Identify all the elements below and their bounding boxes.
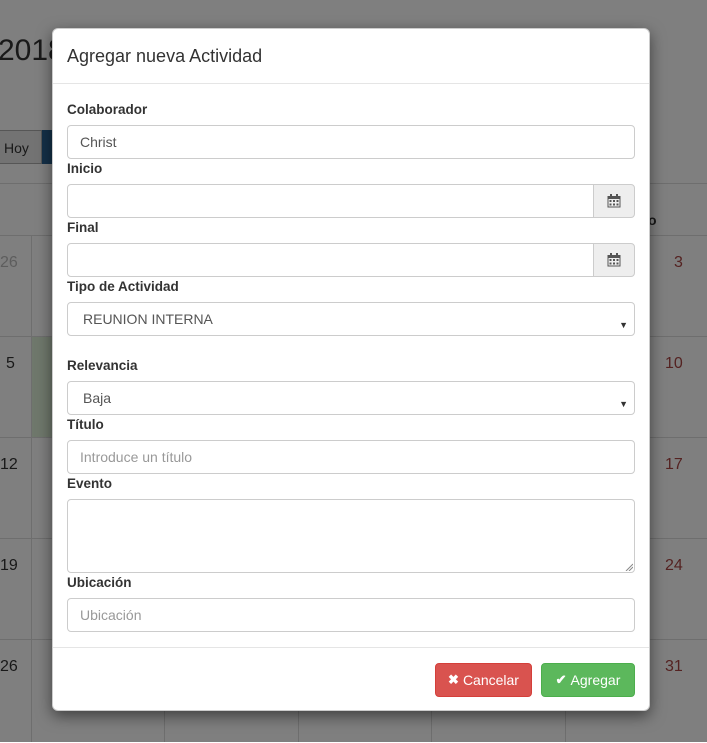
cancel-button-label: Cancelar bbox=[462, 672, 519, 688]
resize-grip-icon[interactable] bbox=[625, 563, 633, 571]
evento-textarea[interactable] bbox=[67, 499, 635, 573]
caret-down-icon: ▼ bbox=[619, 320, 628, 330]
final-calendar-button[interactable] bbox=[593, 243, 635, 277]
new-activity-modal: Agregar nueva Actividad Colaborador Inic… bbox=[52, 28, 650, 711]
modal-title: Agregar nueva Actividad bbox=[67, 46, 263, 66]
ubicacion-input[interactable] bbox=[67, 598, 635, 632]
tipo-label: Tipo de Actividad bbox=[67, 279, 179, 294]
modal-header: Agregar nueva Actividad bbox=[53, 29, 649, 84]
titulo-input[interactable] bbox=[67, 440, 635, 474]
modal-footer: ✖ Cancelar ✔ Agregar bbox=[53, 647, 649, 711]
add-button[interactable]: ✔ Agregar bbox=[541, 663, 635, 697]
calendar-icon bbox=[607, 194, 621, 208]
calendar-icon bbox=[607, 253, 621, 267]
relevancia-label: Relevancia bbox=[67, 358, 138, 373]
cancel-button[interactable]: ✖ Cancelar bbox=[435, 663, 532, 697]
inicio-label: Inicio bbox=[67, 161, 103, 176]
final-date-group bbox=[67, 243, 635, 277]
inicio-input[interactable] bbox=[67, 184, 594, 218]
tipo-selected-value: REUNION INTERNA bbox=[83, 311, 213, 327]
titulo-label: Título bbox=[67, 417, 104, 432]
tipo-select[interactable]: REUNION INTERNA ▼ bbox=[67, 302, 635, 336]
add-button-label: Agregar bbox=[570, 672, 621, 688]
relevancia-select[interactable]: Baja ▼ bbox=[67, 381, 635, 415]
final-input[interactable] bbox=[67, 243, 594, 277]
inicio-calendar-button[interactable] bbox=[593, 184, 635, 218]
ubicacion-label: Ubicación bbox=[67, 575, 132, 590]
evento-label: Evento bbox=[67, 476, 113, 491]
caret-down-icon: ▼ bbox=[619, 399, 628, 409]
times-icon: ✖ bbox=[448, 672, 459, 687]
check-icon: ✔ bbox=[555, 672, 567, 687]
final-label: Final bbox=[67, 220, 99, 235]
colaborador-label: Colaborador bbox=[67, 102, 148, 117]
colaborador-input[interactable] bbox=[67, 125, 635, 159]
inicio-date-group bbox=[67, 184, 635, 218]
relevancia-selected-value: Baja bbox=[83, 390, 112, 406]
